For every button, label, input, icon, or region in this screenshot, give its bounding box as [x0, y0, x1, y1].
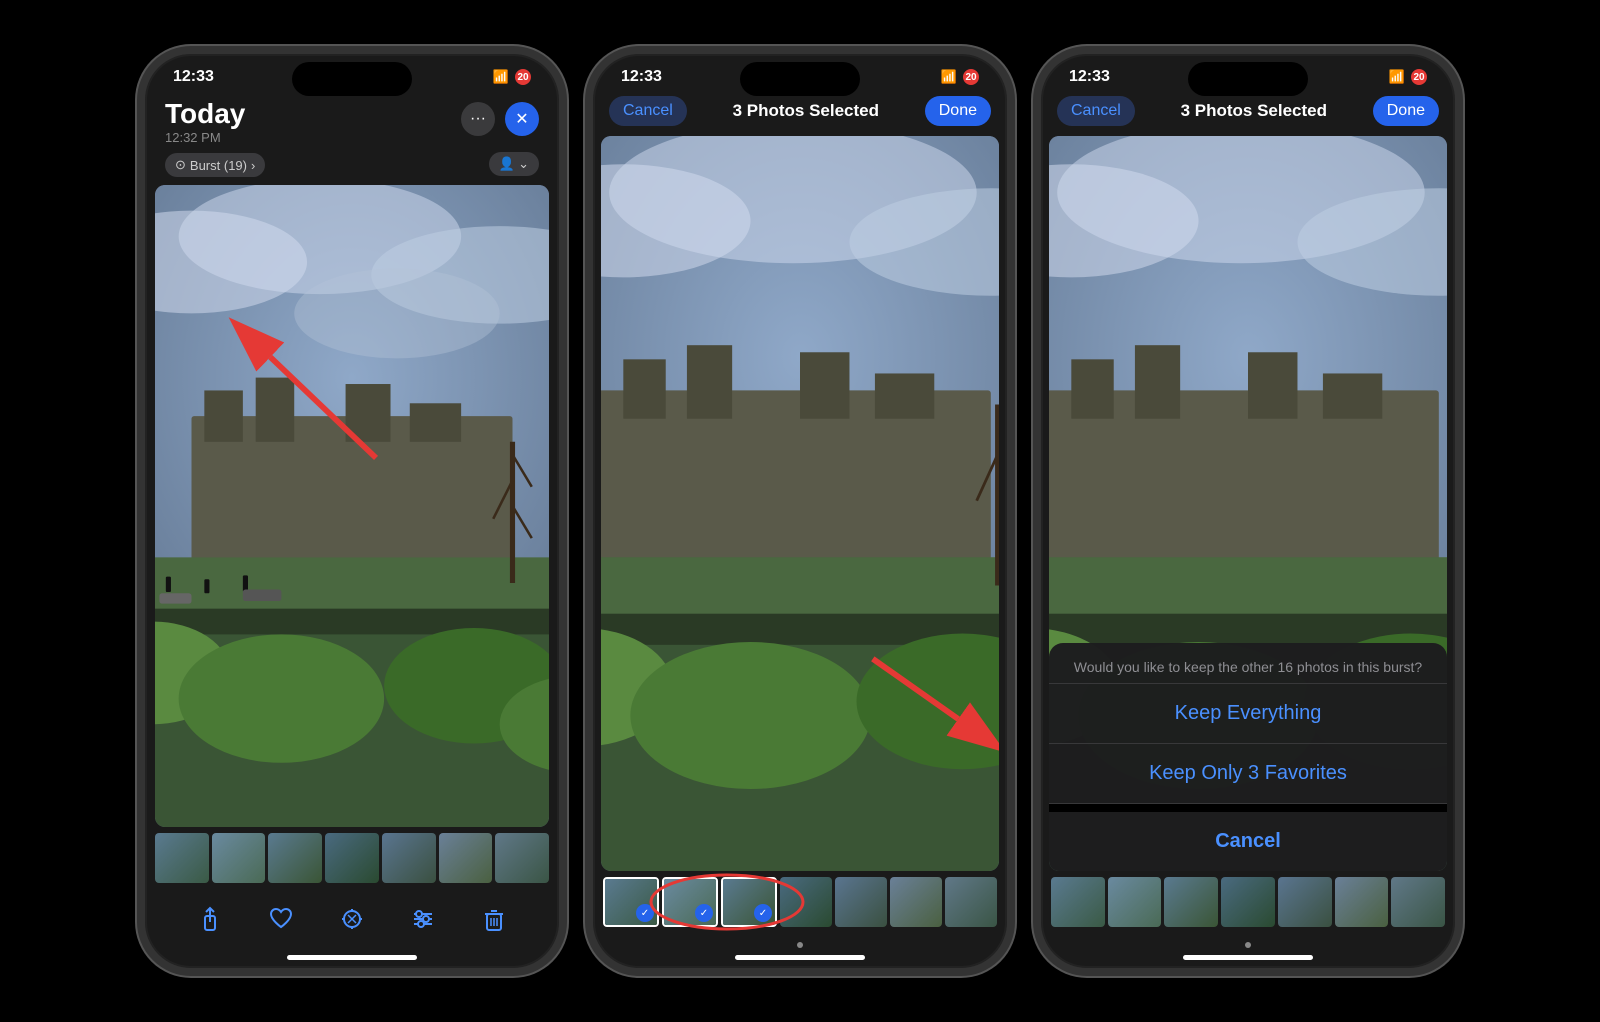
- burst-label: Burst (19): [190, 158, 247, 173]
- main-photo-3: Would you like to keep the other 16 phot…: [1049, 136, 1447, 871]
- home-indicator-3: [1183, 955, 1313, 960]
- film-thumb-2-7[interactable]: [945, 877, 997, 927]
- adjust-button[interactable]: [330, 897, 374, 941]
- burst-chevron: ›: [251, 158, 255, 173]
- time-3: 12:33: [1069, 68, 1110, 86]
- phone-3: 12:33 📶 20 Cancel 3 Photos Selected Done: [1033, 46, 1463, 976]
- trash-button[interactable]: [472, 897, 516, 941]
- keep-favorites-button[interactable]: Keep Only 3 Favorites: [1049, 744, 1447, 804]
- status-bar-3: 12:33 📶 20: [1041, 54, 1455, 92]
- status-icons-2: 📶 20: [941, 69, 979, 85]
- status-bar-2: 12:33 📶 20: [593, 54, 1007, 92]
- home-indicator-2: [735, 955, 865, 960]
- main-photo-2: [601, 136, 999, 871]
- nav-title-3: 3 Photos Selected: [1181, 101, 1327, 121]
- status-icons-3: 📶 20: [1389, 69, 1427, 85]
- nav-title-2: 3 Photos Selected: [733, 101, 879, 121]
- heart-button[interactable]: [259, 897, 303, 941]
- title-area-1: Today 12:32 PM: [165, 98, 245, 145]
- film-thumb-3-6[interactable]: [1335, 877, 1389, 927]
- check-badge-3: ✓: [754, 904, 772, 922]
- filmstrip-1: [145, 827, 559, 889]
- film-thumb-2-3[interactable]: ✓: [721, 877, 777, 927]
- film-thumb-4[interactable]: [325, 833, 379, 883]
- main-photo-1: [155, 185, 549, 827]
- header-buttons-1: ··· ✕: [461, 102, 539, 136]
- chevron-down-icon: ⌄: [518, 156, 529, 172]
- film-thumb-3-3[interactable]: [1164, 877, 1218, 927]
- film-thumb-3-5[interactable]: [1278, 877, 1332, 927]
- dynamic-island-3: [1188, 62, 1308, 96]
- film-thumb-3-1[interactable]: [1051, 877, 1105, 927]
- page-dot: [593, 935, 1007, 953]
- today-subtitle: 12:32 PM: [165, 130, 245, 145]
- phone-2: 12:33 📶 20 Cancel 3 Photos Selected Done: [585, 46, 1015, 976]
- close-button[interactable]: ✕: [505, 102, 539, 136]
- check-badge-1: ✓: [636, 904, 654, 922]
- battery-badge-2: 20: [963, 69, 979, 85]
- dialog-question: Would you like to keep the other 16 phot…: [1049, 643, 1447, 683]
- done-button-3[interactable]: Done: [1373, 96, 1439, 126]
- time-2: 12:33: [621, 68, 662, 86]
- today-title: Today: [165, 98, 245, 130]
- burst-icon: ⊙: [175, 157, 186, 173]
- filmstrip-2: ✓ ✓ ✓: [593, 871, 1007, 933]
- cancel-button-3[interactable]: Cancel: [1057, 96, 1135, 126]
- people-button[interactable]: 👤 ⌄: [489, 152, 539, 176]
- dynamic-island-1: [292, 62, 412, 96]
- header-row-1: Today 12:32 PM ··· ✕: [165, 98, 539, 145]
- header-1: Today 12:32 PM ··· ✕ ⊙ Burst (19) › 👤 ⌄: [145, 92, 559, 185]
- dialog-cancel-button[interactable]: Cancel: [1049, 812, 1447, 871]
- phone-1: 12:33 📶 20 Today 12:32 PM ··· ✕ ⊙ Burst …: [137, 46, 567, 976]
- nav-bar-2: Cancel 3 Photos Selected Done: [593, 92, 1007, 136]
- filmstrip-3: [1041, 871, 1455, 933]
- film-thumb-6[interactable]: [439, 833, 493, 883]
- film-thumb-1[interactable]: [155, 833, 209, 883]
- burst-row: ⊙ Burst (19) › 👤 ⌄: [165, 151, 539, 177]
- film-thumb-3-2[interactable]: [1108, 877, 1162, 927]
- film-thumb-3-7[interactable]: [1391, 877, 1445, 927]
- film-thumb-2[interactable]: [212, 833, 266, 883]
- status-bar-1: 12:33 📶 20: [145, 54, 559, 92]
- film-thumb-2-5[interactable]: [835, 877, 887, 927]
- film-thumb-7[interactable]: [495, 833, 549, 883]
- toolbar-1: [145, 889, 559, 955]
- battery-badge-3: 20: [1411, 69, 1427, 85]
- keep-everything-button[interactable]: Keep Everything: [1049, 684, 1447, 744]
- status-icons-1: 📶 20: [493, 69, 531, 85]
- wifi-icon-3: 📶: [1389, 69, 1405, 85]
- person-icon: 👤: [499, 156, 515, 172]
- film-thumb-5[interactable]: [382, 833, 436, 883]
- sliders-button[interactable]: [401, 897, 445, 941]
- page-dot-3: [1041, 935, 1455, 953]
- film-thumb-2-4[interactable]: [780, 877, 832, 927]
- burst-chip[interactable]: ⊙ Burst (19) ›: [165, 153, 265, 177]
- film-thumb-3-4[interactable]: [1221, 877, 1275, 927]
- check-badge-2: ✓: [695, 904, 713, 922]
- wifi-icon-1: 📶: [493, 69, 509, 85]
- castle-background-2: [601, 136, 999, 871]
- film-thumb-2-6[interactable]: [890, 877, 942, 927]
- dialog-sheet: Would you like to keep the other 16 phot…: [1049, 643, 1447, 871]
- more-button[interactable]: ···: [461, 102, 495, 136]
- time-1: 12:33: [173, 68, 214, 86]
- wifi-icon-2: 📶: [941, 69, 957, 85]
- share-button[interactable]: [188, 897, 232, 941]
- castle-background-1: [155, 185, 549, 827]
- dynamic-island-2: [740, 62, 860, 96]
- cancel-button-2[interactable]: Cancel: [609, 96, 687, 126]
- nav-bar-3: Cancel 3 Photos Selected Done: [1041, 92, 1455, 136]
- film-thumb-2-2[interactable]: ✓: [662, 877, 718, 927]
- home-indicator-1: [287, 955, 417, 960]
- battery-badge-1: 20: [515, 69, 531, 85]
- film-thumb-2-1[interactable]: ✓: [603, 877, 659, 927]
- film-thumb-3[interactable]: [268, 833, 322, 883]
- done-button-2[interactable]: Done: [925, 96, 991, 126]
